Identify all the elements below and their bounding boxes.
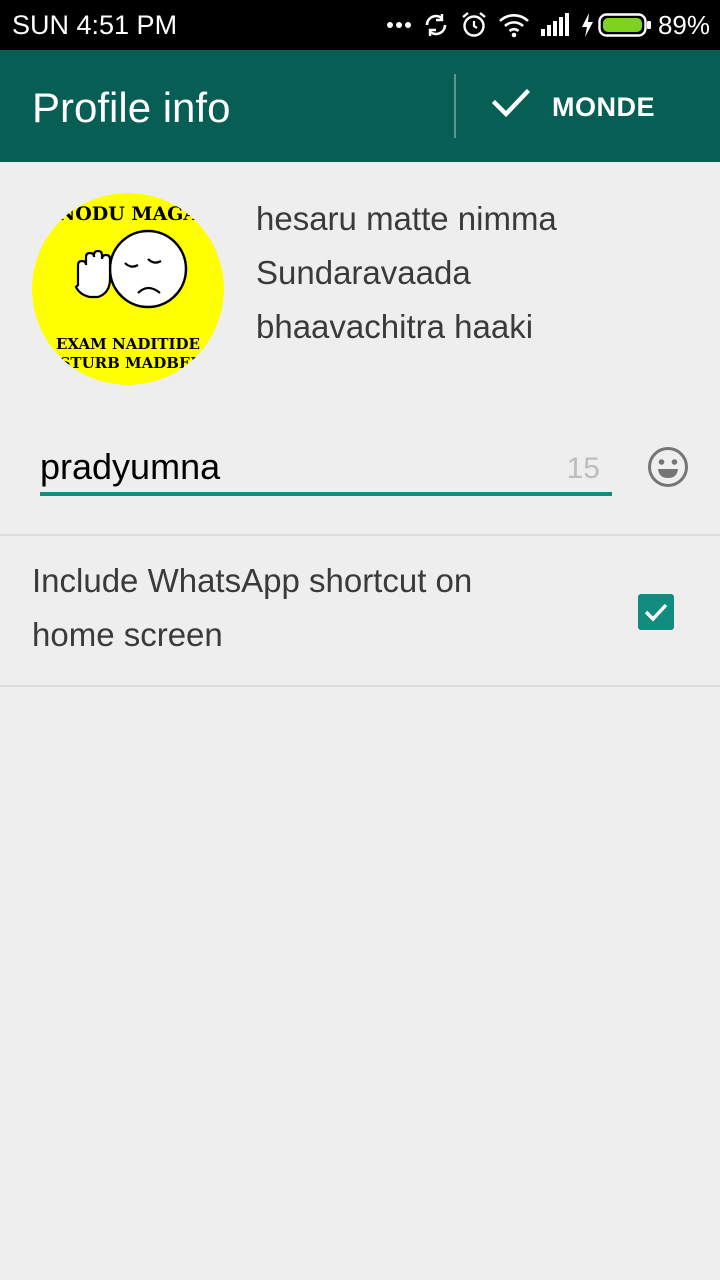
shortcut-option-row[interactable]: Include WhatsApp shortcut on home screen (0, 538, 720, 684)
check-icon (491, 88, 531, 123)
profile-photo[interactable]: NODU MAGA EXAM NADITIDE ISTURB MADBED (32, 193, 224, 385)
wifi-icon (498, 12, 530, 38)
battery-icon (598, 12, 652, 38)
charging-icon (580, 12, 594, 38)
name-field-underline (40, 492, 612, 496)
signal-icon (540, 13, 570, 37)
prompt-line-1: hesaru matte nimma (256, 200, 557, 237)
shortcut-option-label: Include WhatsApp shortcut on home screen (32, 554, 552, 662)
name-input-value[interactable]: pradyumna (40, 446, 220, 488)
page-title: Profile info (32, 84, 231, 131)
done-label: MONDE (552, 92, 655, 122)
shortcut-label-line-2: home screen (32, 616, 223, 653)
remaining-char-counter: 15 (566, 452, 600, 485)
checkmark-icon (644, 603, 668, 622)
section-divider-top (0, 534, 720, 536)
prompt-line-2: Sundaravaada (256, 254, 471, 291)
battery-percent: 89% (657, 9, 710, 40)
status-bar: SUN 4:51 PM 89% (0, 0, 720, 50)
photo-prompt: hesaru matte nimma Sundaravaada bhaavach… (256, 192, 696, 354)
prompt-line-3: bhaavachitra haaki (256, 308, 534, 345)
more-dots-icon (386, 20, 412, 30)
photo-top-text: NODU MAGA (58, 203, 199, 225)
photo-bottom-text-1: EXAM NADITIDE (56, 335, 200, 353)
alarm-icon (460, 11, 488, 39)
status-icons: 89% (376, 8, 710, 42)
section-divider-bottom (0, 685, 720, 687)
status-time: SUN 4:51 PM (12, 10, 178, 40)
app-bar-divider (454, 74, 456, 138)
sync-icon (422, 11, 450, 39)
emoji-icon[interactable] (646, 445, 690, 489)
shortcut-checkbox[interactable] (638, 594, 674, 630)
app-bar: Profile info MONDE (0, 50, 720, 162)
done-button[interactable]: MONDE (470, 50, 720, 162)
photo-bottom-text-2: ISTURB MADBED (53, 354, 204, 372)
name-field[interactable]: pradyumna 15 (40, 440, 612, 496)
shortcut-label-line-1: Include WhatsApp shortcut on (32, 562, 473, 599)
